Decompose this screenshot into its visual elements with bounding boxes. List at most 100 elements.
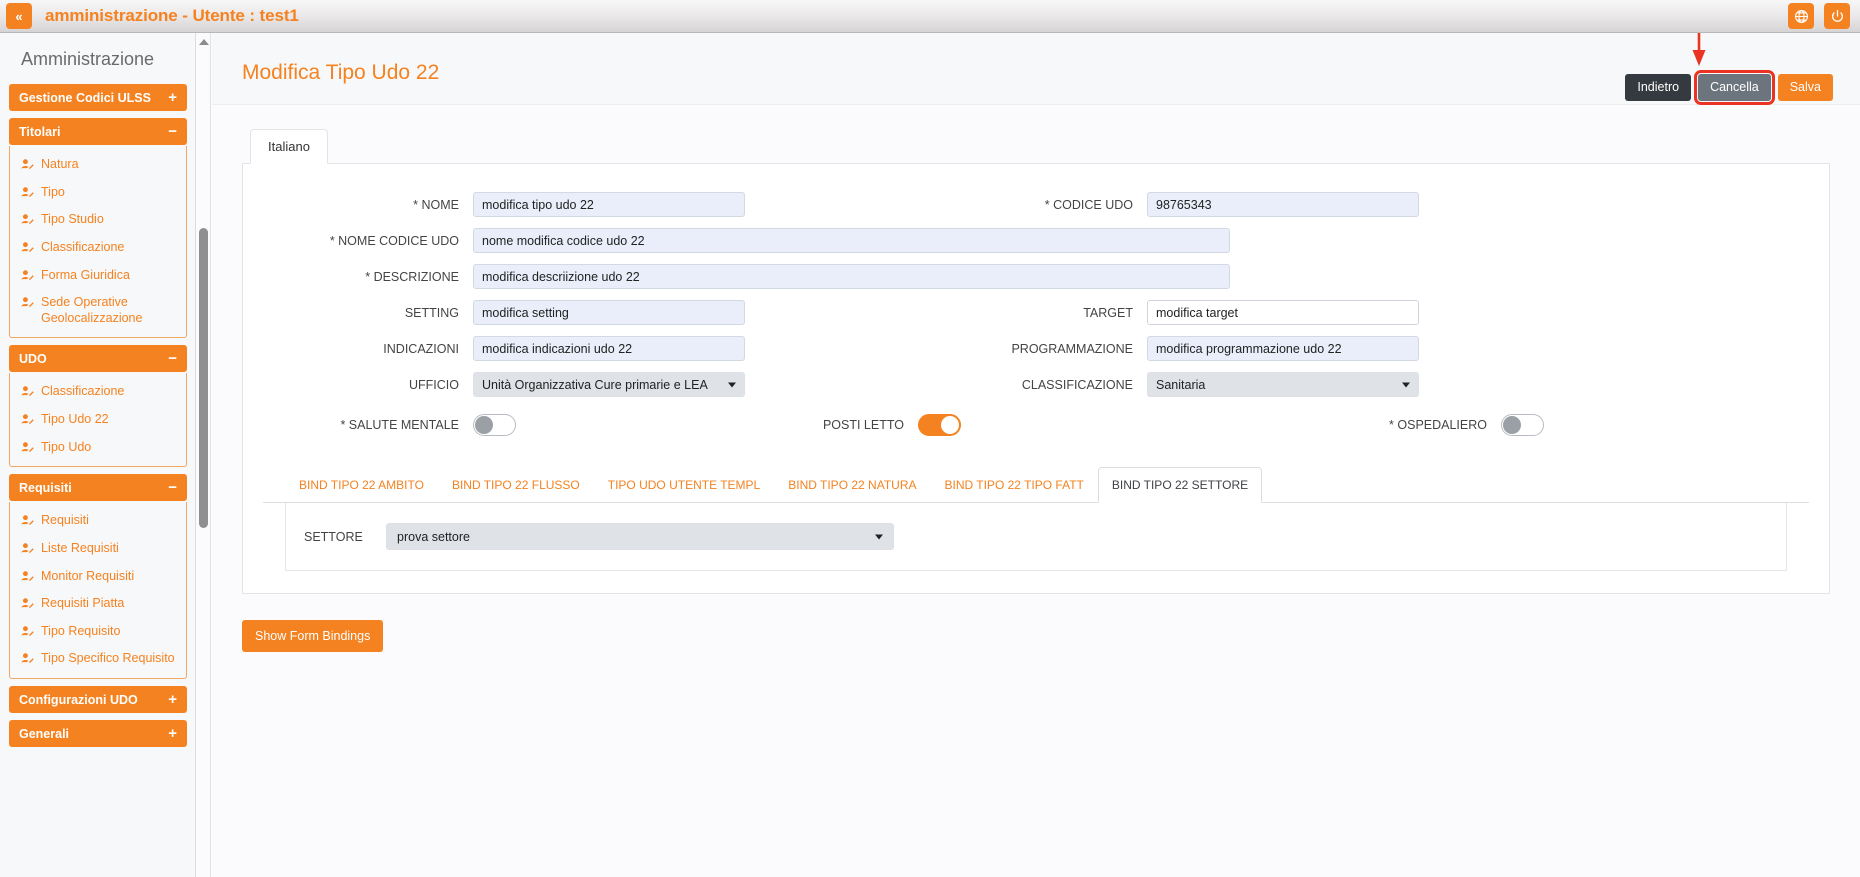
- sidebar-item-tipo[interactable]: Tipo: [10, 179, 186, 207]
- bind-tab-bind-tipo-22-tipo-fatt[interactable]: BIND TIPO 22 TIPO FATT: [930, 467, 1097, 503]
- descrizione-input[interactable]: [473, 264, 1230, 289]
- classificazione-select[interactable]: Sanitaria: [1147, 372, 1419, 397]
- scrollbar-thumb[interactable]: [199, 228, 208, 528]
- indicazioni-input[interactable]: [473, 336, 745, 361]
- sidebar-group-body: Natura Tipo Tipo Studio Classificazione Form…: [9, 146, 187, 339]
- ufficio-select-value: Unità Organizzativa Cure primarie e LEA: [482, 377, 708, 392]
- collapse-minus-icon: −: [168, 479, 177, 497]
- user-edit-icon: [20, 213, 34, 227]
- bind-tab-panel: SETTORE prova settore: [285, 503, 1787, 571]
- label-setting: SETTING: [404, 305, 459, 320]
- codice-udo-input[interactable]: [1147, 192, 1419, 217]
- sidebar-group: Titolari − Natura Tipo Tipo Studio Classifica…: [9, 118, 187, 339]
- sidebar-item-label: Tipo Specifico Requisito: [41, 651, 175, 666]
- setting-input[interactable]: [473, 300, 745, 325]
- collapse-chevrons-icon: «: [15, 8, 23, 24]
- back-button[interactable]: Indietro: [1625, 74, 1692, 101]
- posti-letto-toggle[interactable]: [918, 414, 961, 436]
- page-action-buttons: Indietro Cancella Salva: [1625, 70, 1833, 105]
- ospedaliero-toggle[interactable]: [1501, 414, 1544, 436]
- sidebar-inner: Amministrazione Gestione Codici ULSS + Tit…: [0, 33, 195, 747]
- app-title: amministrazione - Utente : test1: [45, 6, 299, 25]
- sidebar-item-requisiti-piatta[interactable]: Requisiti Piatta: [10, 590, 186, 618]
- scroll-up-arrow-icon[interactable]: [199, 39, 209, 45]
- bind-tab-tipo-udo-utente-templ[interactable]: TIPO UDO UTENTE TEMPL: [594, 467, 774, 503]
- expand-plus-icon: +: [168, 725, 177, 742]
- sidebar-group: UDO − Classificazione Tipo Udo 22 Tipo Udo: [9, 345, 187, 468]
- sidebar-item-monitor-requisiti[interactable]: Monitor Requisiti: [10, 563, 186, 591]
- form-row-toggles: * SALUTE MENTALE POSTI LETTO * OSPEDALIE…: [263, 414, 1809, 436]
- bind-tab-bind-tipo-22-natura[interactable]: BIND TIPO 22 NATURA: [774, 467, 930, 503]
- settore-row: SETTORE prova settore: [304, 523, 1768, 550]
- form-row-nome-codice-udo: * NOME CODICE UDO: [263, 228, 1809, 253]
- nome-input[interactable]: [473, 192, 745, 217]
- globe-icon[interactable]: [1788, 3, 1814, 29]
- nome-codice-udo-input[interactable]: [473, 228, 1230, 253]
- bind-tab-bind-tipo-22-settore[interactable]: BIND TIPO 22 SETTORE: [1097, 467, 1263, 503]
- sidebar-group-header-generali[interactable]: Generali +: [9, 720, 187, 747]
- user-edit-icon: [20, 652, 34, 666]
- user-edit-icon: [20, 625, 34, 639]
- programmazione-input[interactable]: [1147, 336, 1419, 361]
- sidebar-group: Requisiti − Requisiti Liste Requisiti Monito…: [9, 474, 187, 679]
- label-indicazioni: INDICAZIONI: [383, 341, 459, 356]
- label-ufficio: UFFICIO: [409, 377, 459, 392]
- sidebar-item-sede-operative-geolocalizzazione[interactable]: Sede Operative Geolocalizzazione: [10, 289, 186, 332]
- save-button[interactable]: Salva: [1777, 74, 1833, 101]
- sidebar-group: Gestione Codici ULSS +: [9, 84, 187, 111]
- sidebar-item-liste-requisiti[interactable]: Liste Requisiti: [10, 535, 186, 563]
- classificazione-select-value: Sanitaria: [1156, 377, 1206, 392]
- sidebar-item-tipo-udo-22[interactable]: Tipo Udo 22: [10, 406, 186, 434]
- show-form-bindings-button[interactable]: Show Form Bindings: [242, 620, 384, 652]
- sidebar-group-label: Configurazioni UDO: [19, 692, 138, 707]
- form-row-descrizione: * DESCRIZIONE: [263, 264, 1809, 289]
- sidebar-item-forma-giuridica[interactable]: Forma Giuridica: [10, 262, 186, 290]
- sidebar-item-natura[interactable]: Natura: [10, 151, 186, 179]
- sidebar-item-classificazione[interactable]: Classificazione: [10, 378, 186, 406]
- sidebar-item-label: Forma Giuridica: [41, 267, 130, 282]
- annotation-arrow: [1692, 33, 1706, 66]
- power-icon[interactable]: [1824, 3, 1850, 29]
- salute-mentale-toggle[interactable]: [473, 414, 516, 436]
- sidebar-group-header-requisiti[interactable]: Requisiti −: [9, 474, 187, 502]
- target-input[interactable]: [1147, 300, 1419, 325]
- sidebar-item-classificazione[interactable]: Classificazione: [10, 234, 186, 262]
- chevron-down-icon: [875, 534, 883, 539]
- user-edit-icon: [20, 241, 34, 255]
- ufficio-select[interactable]: Unità Organizzativa Cure primarie e LEA: [473, 372, 745, 397]
- sidebar-group-body: Classificazione Tipo Udo 22 Tipo Udo: [9, 373, 187, 468]
- sidebar-item-tipo-udo[interactable]: Tipo Udo: [10, 434, 186, 462]
- sidebar-scrollbar[interactable]: [196, 33, 211, 877]
- bind-tab-bind-tipo-22-flusso[interactable]: BIND TIPO 22 FLUSSO: [438, 467, 594, 503]
- user-edit-icon: [20, 542, 34, 556]
- page-title: Modifica Tipo Udo 22: [242, 61, 440, 84]
- sidebar-group-label: UDO: [19, 351, 47, 366]
- sidebar-collapse-button[interactable]: «: [6, 3, 32, 29]
- tab-italiano[interactable]: Italiano: [250, 129, 328, 164]
- settore-select[interactable]: prova settore: [386, 523, 894, 550]
- user-edit-icon: [20, 186, 34, 200]
- label-classificazione: CLASSIFICAZIONE: [1021, 377, 1133, 392]
- label-descrizione: * DESCRIZIONE: [365, 269, 459, 284]
- toggle-knob: [1503, 416, 1521, 434]
- top-bar-actions: [1788, 3, 1850, 29]
- cancel-button[interactable]: Cancella: [1694, 70, 1775, 105]
- sidebar-group-header-udo[interactable]: UDO −: [9, 345, 187, 373]
- sidebar-item-label: Tipo Studio: [41, 212, 104, 227]
- sidebar-group-header-configurazioni-udo[interactable]: Configurazioni UDO +: [9, 686, 187, 713]
- form-panel: * NOME * CODICE UDO * NOME CODICE UDO * …: [242, 163, 1830, 594]
- sidebar-item-tipo-studio[interactable]: Tipo Studio: [10, 206, 186, 234]
- label-salute-mentale: * SALUTE MENTALE: [340, 418, 459, 432]
- sidebar-group-header-gestione-codici-ulss[interactable]: Gestione Codici ULSS +: [9, 84, 187, 111]
- sidebar-item-label: Liste Requisiti: [41, 540, 119, 555]
- sidebar-item-label: Sede Operative Geolocalizzazione: [41, 295, 143, 325]
- sidebar-item-tipo-requisito[interactable]: Tipo Requisito: [10, 618, 186, 646]
- sidebar-group-header-titolari[interactable]: Titolari −: [9, 118, 187, 145]
- user-edit-icon: [20, 158, 34, 172]
- sidebar-item-requisiti[interactable]: Requisiti: [10, 507, 186, 535]
- bind-tab-bind-tipo-22-ambito[interactable]: BIND TIPO 22 AMBITO: [285, 467, 438, 503]
- sidebar-item-tipo-specifico-requisito[interactable]: Tipo Specifico Requisito: [10, 645, 186, 673]
- form-panel-wrapper: Italiano * NOME * CODICE UDO *: [212, 105, 1860, 594]
- user-edit-icon: [20, 385, 34, 399]
- toggle-knob: [941, 416, 959, 434]
